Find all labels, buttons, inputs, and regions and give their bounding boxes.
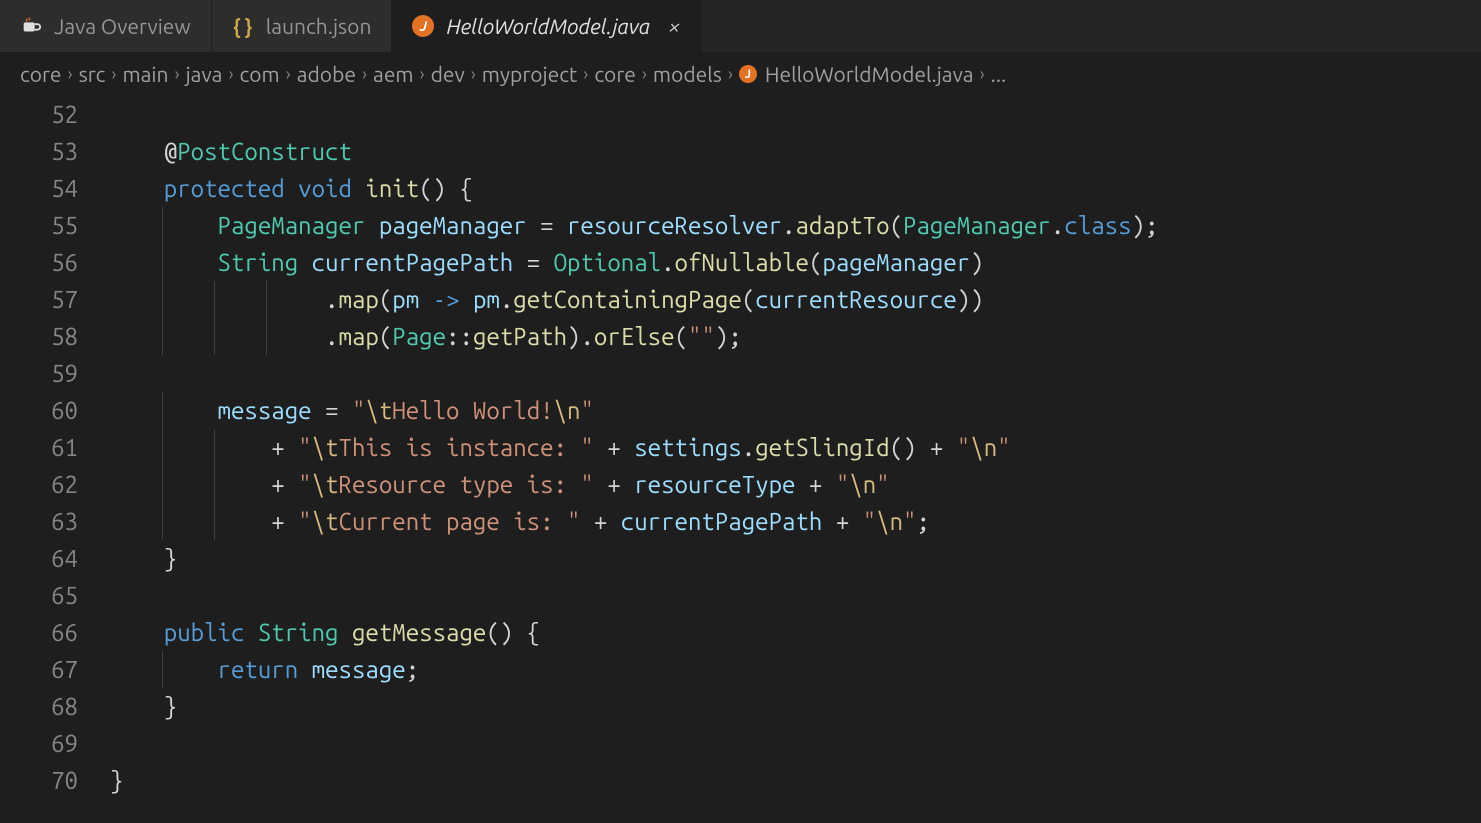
code-line[interactable]: public String getMessage() {: [110, 614, 1481, 651]
chevron-right-icon: ›: [420, 64, 425, 84]
breadcrumb-seg[interactable]: myproject: [482, 62, 577, 86]
coffee-cup-icon: [20, 15, 42, 37]
close-icon[interactable]: ×: [668, 14, 680, 39]
code-line[interactable]: return message;: [110, 651, 1481, 688]
code-line[interactable]: + "\tCurrent page is: " + currentPagePat…: [110, 503, 1481, 540]
code-line[interactable]: }: [110, 762, 1481, 799]
line-number[interactable]: 53: [0, 133, 78, 170]
breadcrumb-seg[interactable]: core: [594, 62, 636, 86]
breadcrumb-seg[interactable]: com: [240, 62, 280, 86]
chevron-right-icon: ›: [728, 64, 733, 84]
code-line[interactable]: [110, 725, 1481, 762]
line-number[interactable]: 56: [0, 244, 78, 281]
code-line[interactable]: @PostConstruct: [110, 133, 1481, 170]
code-editor[interactable]: 52535455565758596061626364656667686970 @…: [0, 96, 1481, 799]
chevron-right-icon: ›: [111, 64, 116, 84]
indent-guide: [266, 281, 267, 318]
line-number[interactable]: 62: [0, 466, 78, 503]
chevron-right-icon: ›: [286, 64, 291, 84]
indent-guide: [214, 466, 215, 503]
indent-guide: [162, 392, 163, 429]
code-line[interactable]: .map(pm -> pm.getContainingPage(currentR…: [110, 281, 1481, 318]
code-line[interactable]: + "\tThis is instance: " + settings.getS…: [110, 429, 1481, 466]
indent-guide: [162, 281, 163, 318]
line-number[interactable]: 58: [0, 318, 78, 355]
indent-guide: [214, 429, 215, 466]
chevron-right-icon: ›: [228, 64, 233, 84]
breadcrumb-seg[interactable]: models: [653, 62, 722, 86]
code-line[interactable]: }: [110, 688, 1481, 725]
breadcrumb-file[interactable]: J HelloWorldModel.java: [739, 62, 974, 86]
java-j-icon: J: [412, 15, 434, 37]
tab-java-overview[interactable]: Java Overview: [0, 0, 212, 52]
indent-guide: [214, 318, 215, 355]
code-line[interactable]: .map(Page::getPath).orElse("");: [110, 318, 1481, 355]
breadcrumb-seg[interactable]: main: [122, 62, 168, 86]
indent-guide: [162, 318, 163, 355]
chevron-right-icon: ›: [642, 64, 647, 84]
indent-guide: [162, 429, 163, 466]
tab-launch-json[interactable]: { } launch.json: [212, 0, 393, 52]
breadcrumb-seg[interactable]: adobe: [297, 62, 356, 86]
indent-guide: [266, 318, 267, 355]
code-line[interactable]: protected void init() {: [110, 170, 1481, 207]
code-line[interactable]: String currentPagePath = Optional.ofNull…: [110, 244, 1481, 281]
chevron-right-icon: ›: [362, 64, 367, 84]
tab-helloworldmodel[interactable]: J HelloWorldModel.java ×: [392, 0, 701, 52]
line-number[interactable]: 54: [0, 170, 78, 207]
line-number-gutter[interactable]: 52535455565758596061626364656667686970: [0, 96, 110, 799]
json-braces-icon: { }: [232, 15, 254, 37]
line-number[interactable]: 70: [0, 762, 78, 799]
code-line[interactable]: }: [110, 540, 1481, 577]
code-line[interactable]: + "\tResource type is: " + resourceType …: [110, 466, 1481, 503]
breadcrumb-seg[interactable]: dev: [431, 62, 465, 86]
indent-guide: [162, 503, 163, 540]
breadcrumb-more[interactable]: ...: [991, 62, 1007, 86]
code-line[interactable]: message = "\tHello World!\n": [110, 392, 1481, 429]
indent-guide: [162, 651, 163, 688]
line-number[interactable]: 66: [0, 614, 78, 651]
indent-guide: [162, 207, 163, 244]
java-j-icon: J: [739, 65, 757, 83]
line-number[interactable]: 59: [0, 355, 78, 392]
breadcrumb[interactable]: core › src › main › java › com › adobe ›…: [0, 52, 1481, 96]
indent-guide: [214, 281, 215, 318]
tab-label: HelloWorldModel.java: [446, 14, 650, 38]
line-number[interactable]: 64: [0, 540, 78, 577]
line-number[interactable]: 65: [0, 577, 78, 614]
line-number[interactable]: 52: [0, 96, 78, 133]
line-number[interactable]: 60: [0, 392, 78, 429]
line-number[interactable]: 67: [0, 651, 78, 688]
chevron-right-icon: ›: [68, 64, 73, 84]
code-line[interactable]: [110, 96, 1481, 133]
indent-guide: [214, 503, 215, 540]
tab-bar: Java Overview { } launch.json J HelloWor…: [0, 0, 1481, 52]
line-number[interactable]: 63: [0, 503, 78, 540]
breadcrumb-seg[interactable]: aem: [373, 62, 414, 86]
indent-guide: [162, 244, 163, 281]
breadcrumb-seg[interactable]: java: [186, 62, 223, 86]
chevron-right-icon: ›: [471, 64, 476, 84]
line-number[interactable]: 61: [0, 429, 78, 466]
chevron-right-icon: ›: [980, 64, 985, 84]
tab-label: Java Overview: [54, 14, 191, 38]
chevron-right-icon: ›: [175, 64, 180, 84]
line-number[interactable]: 68: [0, 688, 78, 725]
chevron-right-icon: ›: [583, 64, 588, 84]
breadcrumb-seg[interactable]: src: [79, 62, 106, 86]
code-line[interactable]: PageManager pageManager = resourceResolv…: [110, 207, 1481, 244]
indent-guide: [162, 466, 163, 503]
line-number[interactable]: 69: [0, 725, 78, 762]
breadcrumb-seg[interactable]: core: [20, 62, 62, 86]
code-line[interactable]: [110, 355, 1481, 392]
line-number[interactable]: 55: [0, 207, 78, 244]
code-content[interactable]: @PostConstruct protected void init() { P…: [110, 96, 1481, 799]
line-number[interactable]: 57: [0, 281, 78, 318]
tab-label: launch.json: [266, 14, 372, 38]
code-line[interactable]: [110, 577, 1481, 614]
